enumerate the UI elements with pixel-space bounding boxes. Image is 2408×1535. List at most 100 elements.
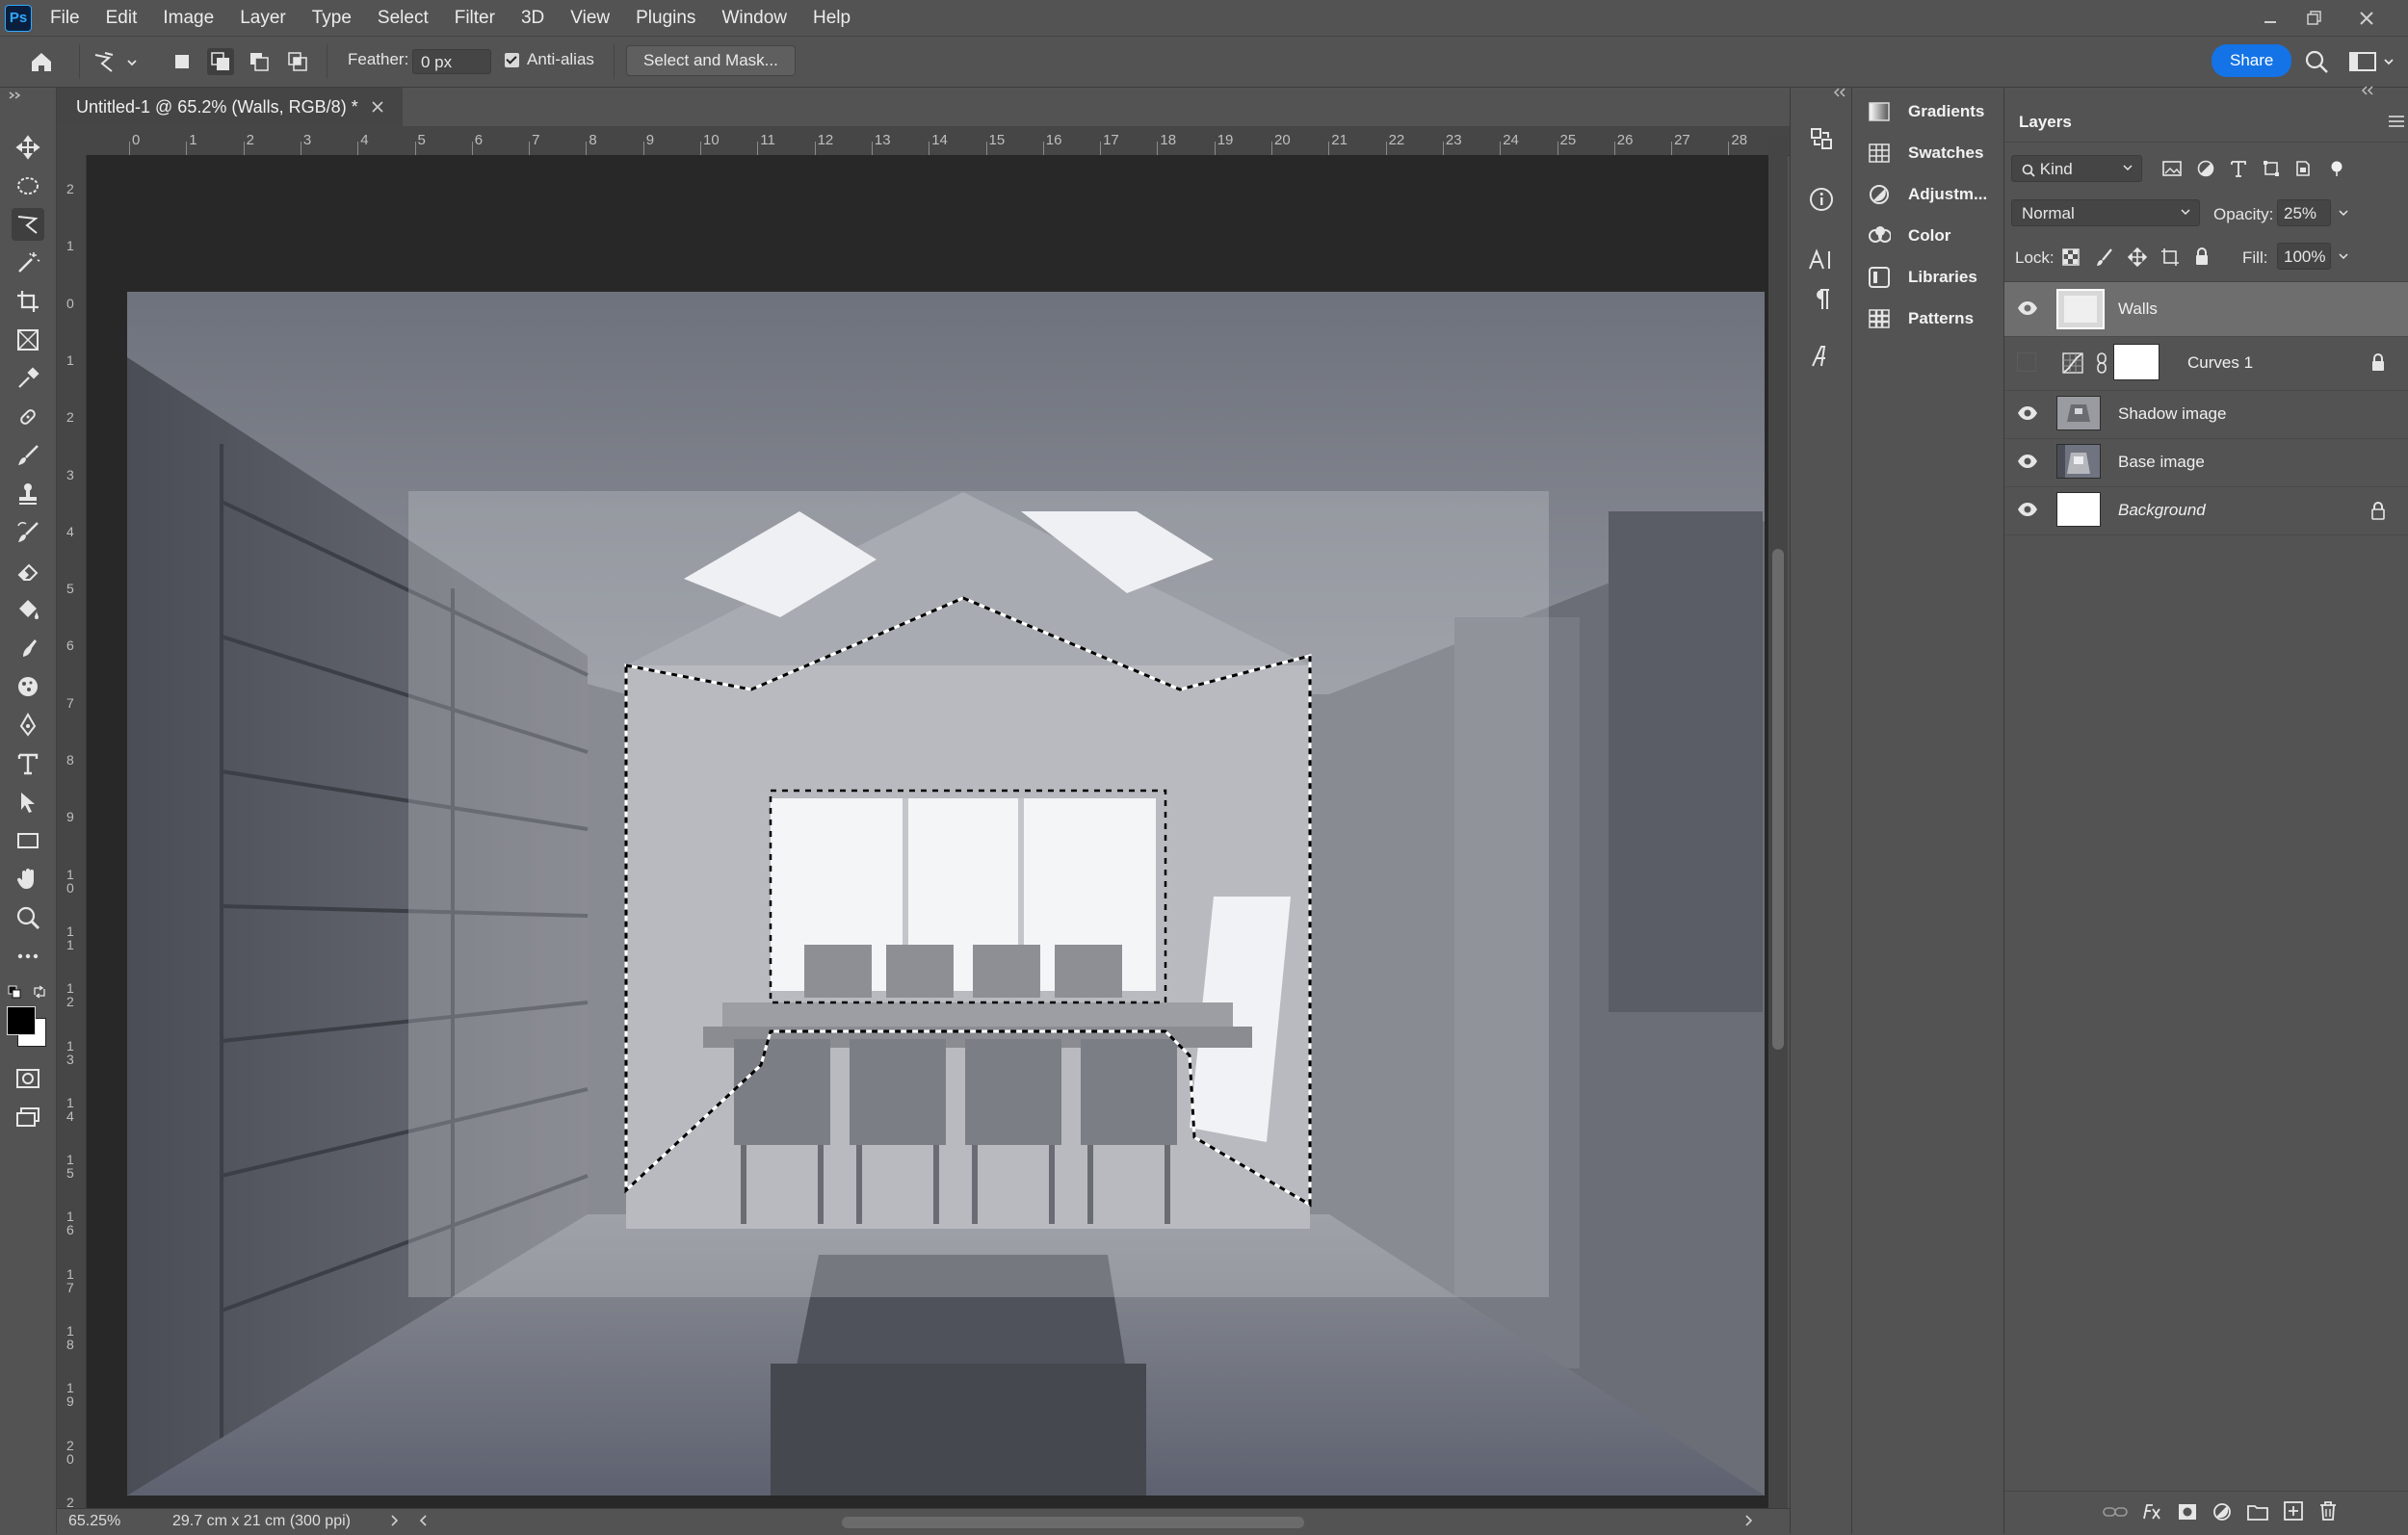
close-document-icon[interactable] [372, 101, 383, 113]
layer-style-fx-icon[interactable] [2141, 1501, 2162, 1521]
fill-chevron-icon[interactable] [2337, 243, 2350, 270]
zoom-tool-icon[interactable] [12, 901, 44, 934]
color-panel-tab[interactable]: Color [1852, 215, 2004, 256]
type-filter-icon[interactable] [2230, 159, 2247, 178]
lock-all-icon[interactable] [2194, 247, 2210, 266]
status-menu-arrow-icon[interactable] [389, 1511, 401, 1530]
paint-bucket-tool-icon[interactable] [12, 593, 44, 626]
layer-name[interactable]: Base image [2118, 438, 2205, 486]
visibility-eye-icon[interactable] [2017, 501, 2038, 518]
frame-tool-icon[interactable] [12, 324, 44, 356]
crop-tool-icon[interactable] [12, 285, 44, 318]
blend-mode-select[interactable]: Normal [2011, 199, 2200, 226]
minimize-icon[interactable] [2246, 0, 2294, 36]
antialias-checkbox[interactable] [505, 52, 519, 67]
quick-mask-icon[interactable] [12, 1062, 44, 1095]
magic-wand-tool-icon[interactable] [12, 247, 44, 279]
type-tool-icon[interactable] [12, 747, 44, 780]
sponge-tool-icon[interactable] [12, 670, 44, 703]
subtract-from-selection-icon[interactable] [247, 48, 272, 75]
document-canvas[interactable] [87, 155, 1787, 1513]
search-icon[interactable] [2304, 49, 2329, 74]
layer-name[interactable]: Shadow image [2118, 390, 2226, 438]
vertical-scroll-thumb[interactable] [1772, 549, 1784, 1050]
workspace-switcher-icon[interactable] [2348, 50, 2398, 73]
swap-colors-icon[interactable] [33, 985, 46, 999]
polygonal-lasso-tool-icon[interactable] [12, 208, 44, 241]
fill-input[interactable]: 100% [2277, 243, 2331, 270]
scroll-right-icon[interactable] [1742, 1511, 1754, 1530]
menu-select[interactable]: Select [378, 0, 429, 36]
lock-transparent-pixels-icon[interactable] [2062, 248, 2080, 266]
feather-input[interactable]: 0 px [412, 49, 491, 74]
collapse-tools-icon[interactable] [8, 91, 23, 100]
layer-name[interactable]: Background [2118, 486, 2206, 534]
eyedropper-tool-icon[interactable] [12, 362, 44, 395]
lock-position-icon[interactable] [2128, 247, 2147, 267]
lock-image-pixels-icon[interactable] [2096, 247, 2113, 267]
default-colors-icon[interactable] [8, 985, 21, 999]
menu-3d[interactable]: 3D [521, 0, 544, 36]
more-tools-icon[interactable] [12, 940, 44, 973]
menu-type[interactable]: Type [312, 0, 352, 36]
history-panel-icon[interactable] [1807, 124, 1836, 153]
glyphs-panel-icon[interactable] [1807, 342, 1836, 371]
new-adjustment-layer-icon[interactable] [2212, 1502, 2232, 1522]
photoshop-logo-icon[interactable]: Ps [5, 5, 32, 32]
pen-tool-icon[interactable] [12, 709, 44, 741]
new-selection-icon[interactable] [170, 48, 195, 75]
layer-row-background[interactable]: Background [2004, 486, 2408, 535]
move-tool-icon[interactable] [12, 131, 44, 164]
visibility-eye-icon[interactable] [2017, 299, 2038, 317]
layer-row-curves[interactable]: Curves 1 [2004, 336, 2408, 391]
foreground-color-swatch[interactable] [7, 1006, 36, 1035]
eraser-tool-icon[interactable] [12, 555, 44, 587]
layers-tab[interactable]: Layers [2019, 103, 2072, 142]
visibility-eye-icon[interactable] [2017, 453, 2038, 470]
marquee-tool-icon[interactable] [12, 169, 44, 202]
menu-help[interactable]: Help [813, 0, 851, 36]
layer-row-shadow-image[interactable]: Shadow image [2004, 390, 2408, 439]
gradients-panel-tab[interactable]: Gradients [1852, 91, 2004, 132]
layer-name[interactable]: Curves 1 [2187, 336, 2253, 390]
adjustments-panel-tab[interactable]: Adjustm... [1852, 173, 2004, 215]
smudge-tool-icon[interactable] [12, 632, 44, 664]
add-to-selection-icon[interactable] [207, 48, 234, 75]
clone-stamp-tool-icon[interactable] [12, 478, 44, 510]
path-selection-tool-icon[interactable] [12, 786, 44, 819]
home-icon[interactable] [25, 48, 58, 75]
filter-kind-select[interactable]: Kind [2011, 155, 2142, 182]
menu-file[interactable]: File [50, 0, 80, 36]
visibility-eye-icon[interactable] [2017, 404, 2038, 422]
menu-layer[interactable]: Layer [240, 0, 286, 36]
layer-link-icon[interactable] [2096, 352, 2107, 374]
brush-tool-icon[interactable] [12, 439, 44, 472]
document-tab[interactable]: Untitled-1 @ 65.2% (Walls, RGB/8) * [57, 88, 403, 126]
zoom-level[interactable]: 65.25% [68, 1513, 120, 1530]
libraries-panel-tab[interactable]: Libraries [1852, 256, 2004, 298]
horizontal-scroll-thumb[interactable] [842, 1517, 1304, 1528]
new-layer-icon[interactable] [2284, 1501, 2303, 1521]
shape-filter-icon[interactable] [2263, 160, 2280, 177]
character-panel-icon[interactable] [1807, 246, 1836, 274]
select-and-mask-button[interactable]: Select and Mask... [626, 45, 796, 76]
add-mask-icon[interactable] [2178, 1502, 2197, 1522]
visibility-toggle-off[interactable] [2017, 352, 2036, 372]
lock-artboard-icon[interactable] [2160, 247, 2180, 267]
paragraph-panel-icon[interactable] [1807, 285, 1836, 314]
delete-layer-icon[interactable] [2318, 1500, 2338, 1522]
filter-toggle-icon[interactable] [2329, 161, 2344, 176]
rectangle-tool-icon[interactable] [12, 824, 44, 857]
opacity-chevron-icon[interactable] [2337, 199, 2350, 226]
panel-menu-icon[interactable] [2388, 115, 2405, 128]
smart-object-filter-icon[interactable] [2295, 160, 2311, 177]
menu-filter[interactable]: Filter [455, 0, 495, 36]
share-button[interactable]: Share [2212, 44, 2292, 77]
new-group-icon[interactable] [2247, 1502, 2268, 1522]
restore-icon[interactable] [2290, 0, 2339, 36]
tool-preset-picker[interactable] [89, 48, 143, 75]
collapse-panels-icon[interactable] [1833, 88, 1846, 97]
swatches-panel-tab[interactable]: Swatches [1852, 132, 2004, 173]
menu-edit[interactable]: Edit [106, 0, 138, 36]
link-layers-icon[interactable] [2103, 1503, 2128, 1521]
